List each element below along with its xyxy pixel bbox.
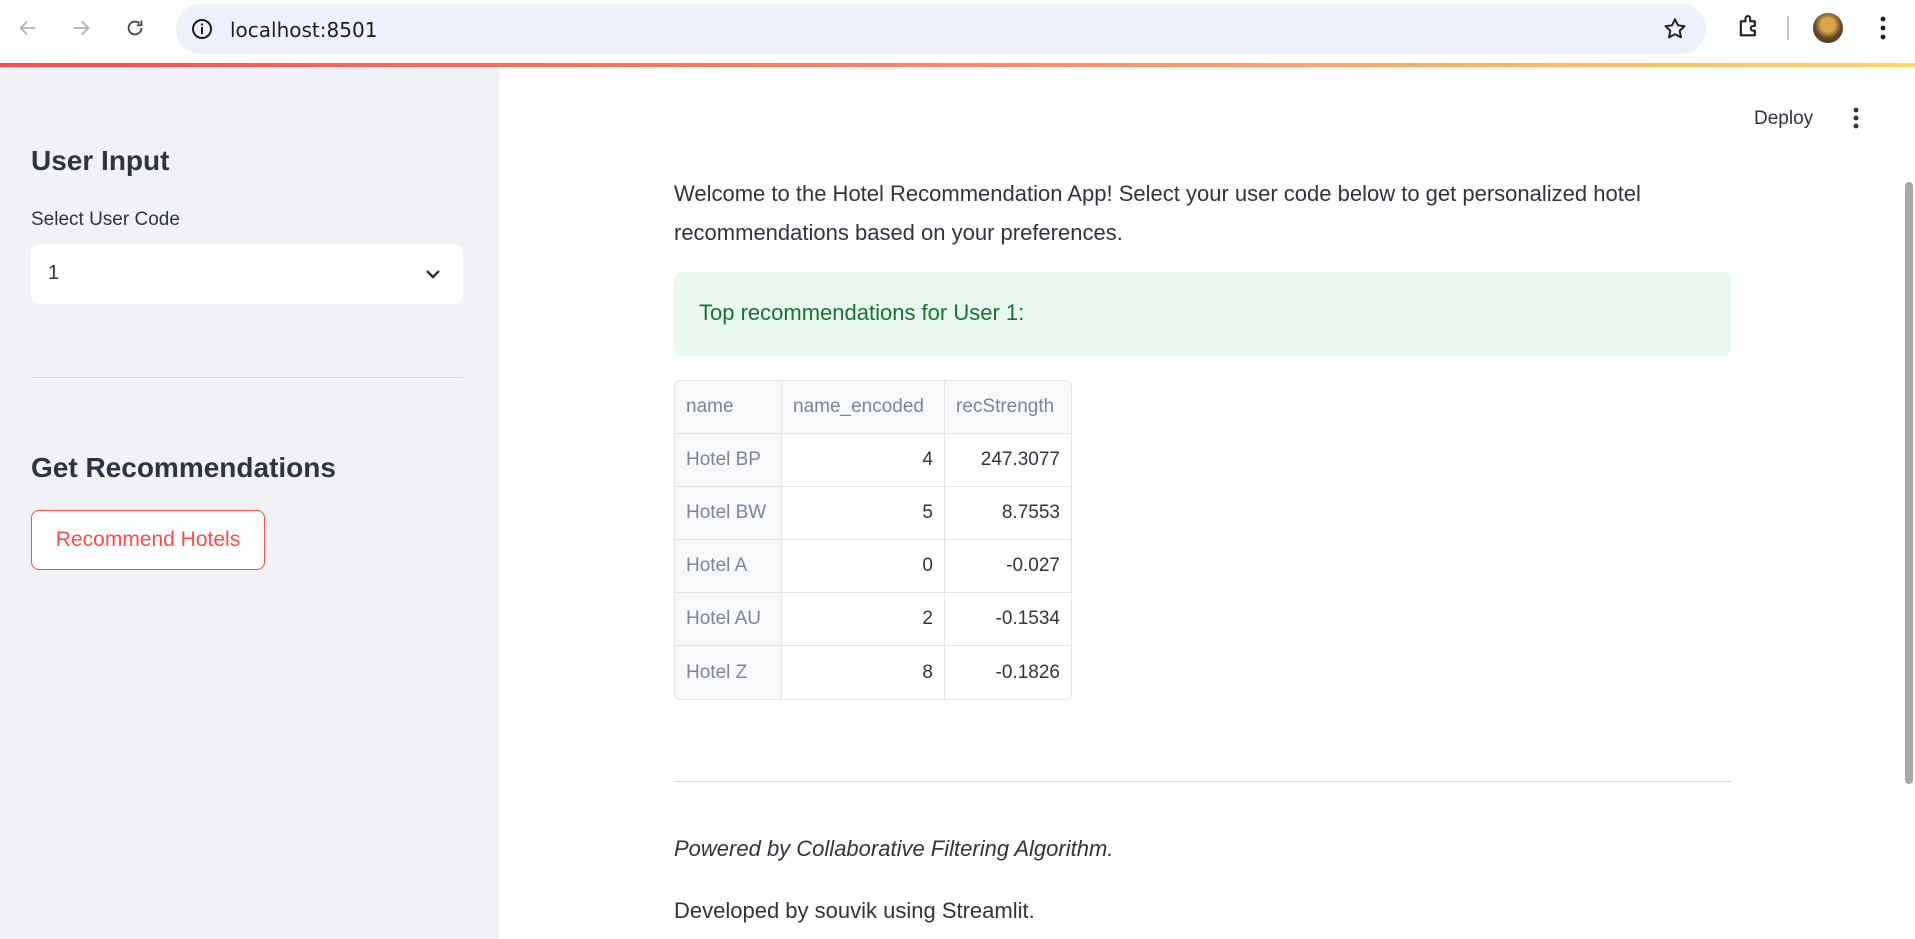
column-header-name[interactable]: name <box>675 381 782 434</box>
reload-icon <box>127 20 143 36</box>
back-button[interactable] <box>10 10 46 46</box>
table-row: Hotel A 0 -0.027 <box>675 540 1071 593</box>
reload-button[interactable] <box>117 10 153 46</box>
toolbar-divider <box>1787 16 1789 40</box>
user-code-select-value: 1 <box>48 262 60 284</box>
cell-name-encoded[interactable]: 8 <box>782 646 945 699</box>
cell-name[interactable]: Hotel AU <box>675 593 782 646</box>
developed-by-text: Developed by souvik using Streamlit. <box>674 898 1035 923</box>
cell-rec-strength[interactable]: 8.7553 <box>945 487 1071 540</box>
browser-toolbar: localhost:8501 <box>0 0 1915 63</box>
main-menu-icon[interactable] <box>1851 106 1861 130</box>
profile-avatar[interactable] <box>1813 13 1843 43</box>
url-text: localhost:8501 <box>230 18 378 42</box>
cell-name-encoded[interactable]: 2 <box>782 593 945 646</box>
deploy-button[interactable]: Deploy <box>1754 108 1813 130</box>
powered-by-text: Powered by Collaborative Filtering Algor… <box>674 836 1114 861</box>
cell-name[interactable]: Hotel BP <box>675 434 782 487</box>
cell-name[interactable]: Hotel A <box>675 540 782 593</box>
select-user-code-label: Select User Code <box>31 209 180 230</box>
sidebar-get-recommendations-title: Get Recommendations <box>31 452 336 483</box>
sidebar <box>0 67 499 939</box>
success-alert-text: Top recommendations for User 1: <box>699 300 1025 325</box>
arrow-left-icon <box>19 20 36 36</box>
bookmark-star-icon[interactable] <box>1662 16 1688 42</box>
cell-rec-strength[interactable]: -0.027 <box>945 540 1071 593</box>
sidebar-divider <box>31 377 463 378</box>
cell-name[interactable]: Hotel BW <box>675 487 782 540</box>
chevron-down-icon <box>426 270 440 279</box>
table-row: Hotel AU 2 -0.1534 <box>675 593 1071 646</box>
column-header-rec-strength[interactable]: recStrength <box>945 381 1071 434</box>
column-header-name-encoded[interactable]: name_encoded <box>782 381 945 434</box>
info-icon[interactable] <box>190 17 214 41</box>
main-divider <box>674 781 1731 782</box>
cell-name-encoded[interactable]: 4 <box>782 434 945 487</box>
cell-name-encoded[interactable]: 5 <box>782 487 945 540</box>
cell-rec-strength[interactable]: -0.1534 <box>945 593 1071 646</box>
cell-rec-strength[interactable]: -0.1826 <box>945 646 1071 699</box>
intro-text: Welcome to the Hotel Recommendation App!… <box>674 181 1641 245</box>
address-bar[interactable]: localhost:8501 <box>176 4 1706 54</box>
table-row: Hotel Z 8 -0.1826 <box>675 646 1071 699</box>
table-row: Hotel BW 5 8.7553 <box>675 487 1071 540</box>
recommendations-table[interactable]: name name_encoded recStrength Hotel BP 4… <box>674 380 1072 700</box>
user-code-select[interactable]: 1 <box>31 244 463 304</box>
forward-button[interactable] <box>63 10 99 46</box>
table-header-row: name name_encoded recStrength <box>675 381 1071 434</box>
sidebar-user-input-title: User Input <box>31 145 170 176</box>
cell-name-encoded[interactable]: 0 <box>782 540 945 593</box>
page-scrollbar[interactable] <box>1905 182 1913 784</box>
cell-name[interactable]: Hotel Z <box>675 646 782 699</box>
cell-rec-strength[interactable]: 247.3077 <box>945 434 1071 487</box>
recommend-hotels-button[interactable]: Recommend Hotels <box>31 510 265 570</box>
arrow-right-icon <box>73 20 90 36</box>
success-alert: Top recommendations for User 1: <box>674 272 1731 356</box>
extensions-icon[interactable] <box>1735 12 1763 40</box>
table-row: Hotel BP 4 247.3077 <box>675 434 1071 487</box>
browser-menu-icon[interactable] <box>1871 13 1895 43</box>
